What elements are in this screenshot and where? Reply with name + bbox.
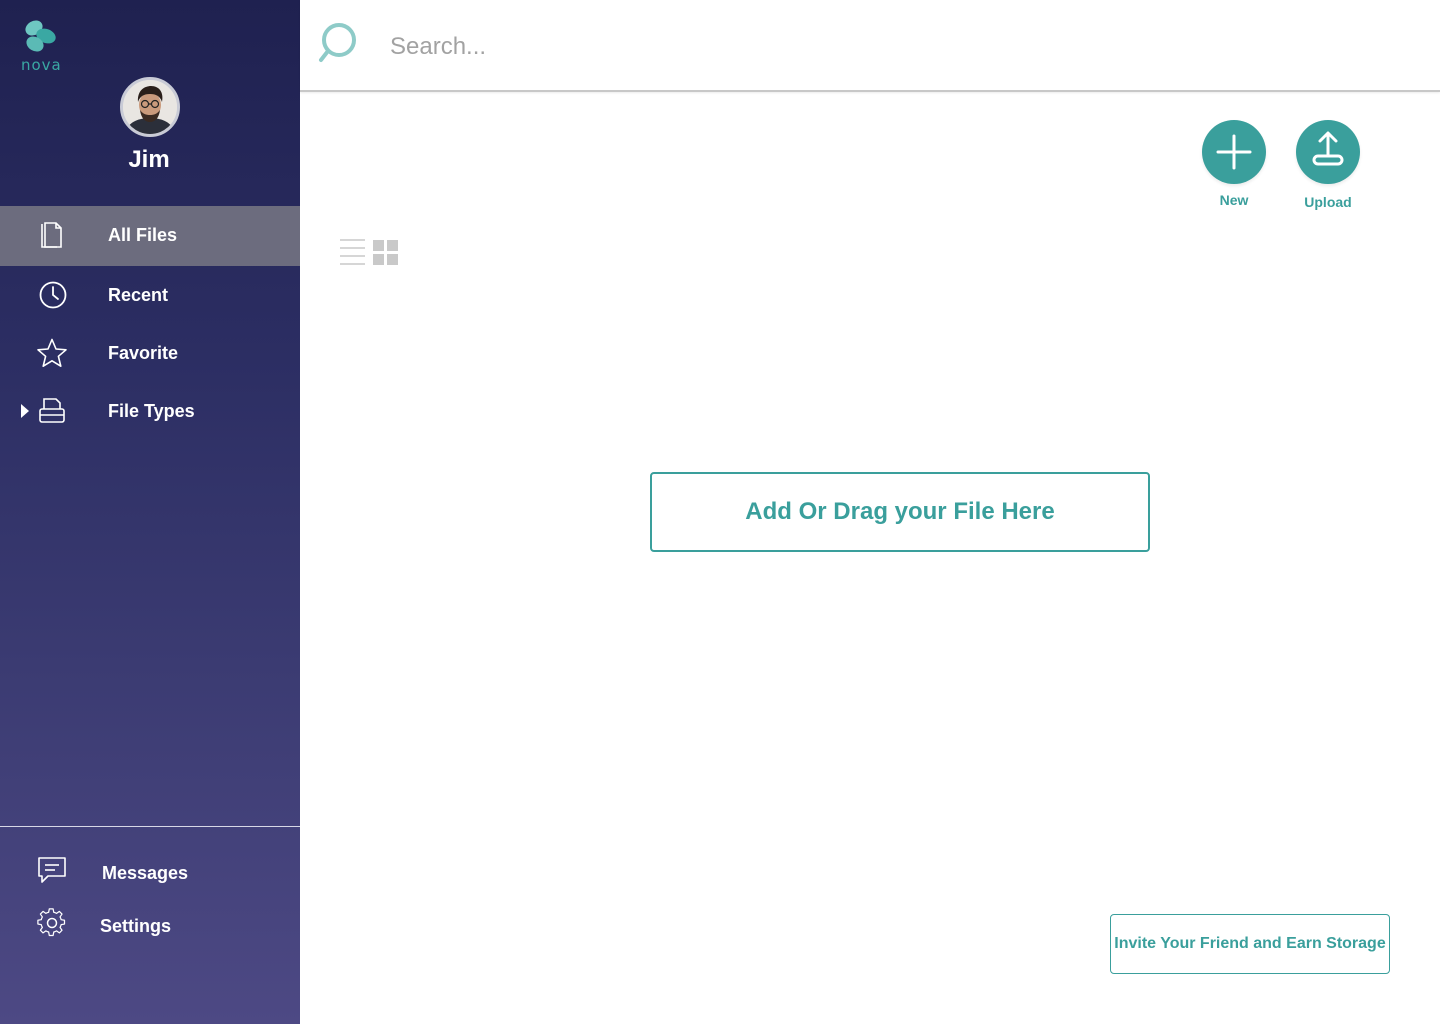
- sidebar-item-label: Messages: [102, 863, 189, 883]
- sidebar-item-label: All Files: [108, 225, 178, 245]
- sidebar-item-file-types[interactable]: File Types: [0, 382, 300, 440]
- user-name: Jim: [128, 146, 170, 173]
- chat-icon: [38, 857, 66, 883]
- grid-view-icon[interactable]: [373, 240, 399, 266]
- sidebar-item-settings[interactable]: Settings: [0, 905, 300, 949]
- search-input[interactable]: [390, 26, 1190, 68]
- logo-mark-icon: [25, 20, 56, 52]
- sidebar-item-label: Settings: [100, 916, 172, 936]
- new-circle: [1202, 120, 1266, 184]
- files-icon: [41, 222, 62, 248]
- sidebar-divider: [0, 826, 300, 827]
- dropzone-label: Add Or Drag your File Here: [745, 498, 1055, 525]
- user-photo-icon: [123, 80, 177, 134]
- sidebar-item-label: File Types: [108, 401, 195, 421]
- sidebar-item-label: Recent: [108, 285, 169, 305]
- avatar[interactable]: [120, 77, 180, 137]
- new-label: New: [1219, 192, 1249, 208]
- sidebar-item-all-files[interactable]: All Files: [0, 206, 300, 266]
- clock-icon: [39, 281, 67, 309]
- invite-friend-button[interactable]: Invite Your Friend and Earn Storage: [1110, 914, 1390, 974]
- upload-label: Upload: [1304, 194, 1352, 210]
- new-button[interactable]: New: [1189, 120, 1279, 208]
- printer-icon: [39, 398, 65, 423]
- sidebar: nova Jim All Files Recent Favorite File …: [0, 0, 300, 1024]
- search-icon[interactable]: [318, 22, 358, 64]
- plus-icon: [1216, 134, 1252, 170]
- invite-label: Invite Your Friend and Earn Storage: [1114, 935, 1386, 952]
- upload-circle: [1296, 120, 1360, 184]
- sidebar-item-messages[interactable]: Messages: [0, 852, 300, 896]
- upload-icon: [1312, 131, 1344, 166]
- logo-wordmark: nova: [21, 56, 62, 74]
- top-bar: [300, 0, 1440, 92]
- sidebar-item-favorite[interactable]: Favorite: [0, 324, 300, 382]
- sidebar-item-label: Favorite: [108, 343, 179, 363]
- list-view-icon[interactable]: [340, 238, 365, 266]
- sidebar-item-recent[interactable]: Recent: [0, 266, 300, 324]
- sidebar-nav: All Files Recent Favorite File Types: [0, 206, 300, 440]
- file-dropzone[interactable]: Add Or Drag your File Here: [650, 472, 1150, 552]
- star-icon: [37, 338, 67, 367]
- upload-button[interactable]: Upload: [1283, 120, 1373, 210]
- gear-icon: [37, 908, 66, 937]
- caret-right-icon[interactable]: [20, 404, 30, 418]
